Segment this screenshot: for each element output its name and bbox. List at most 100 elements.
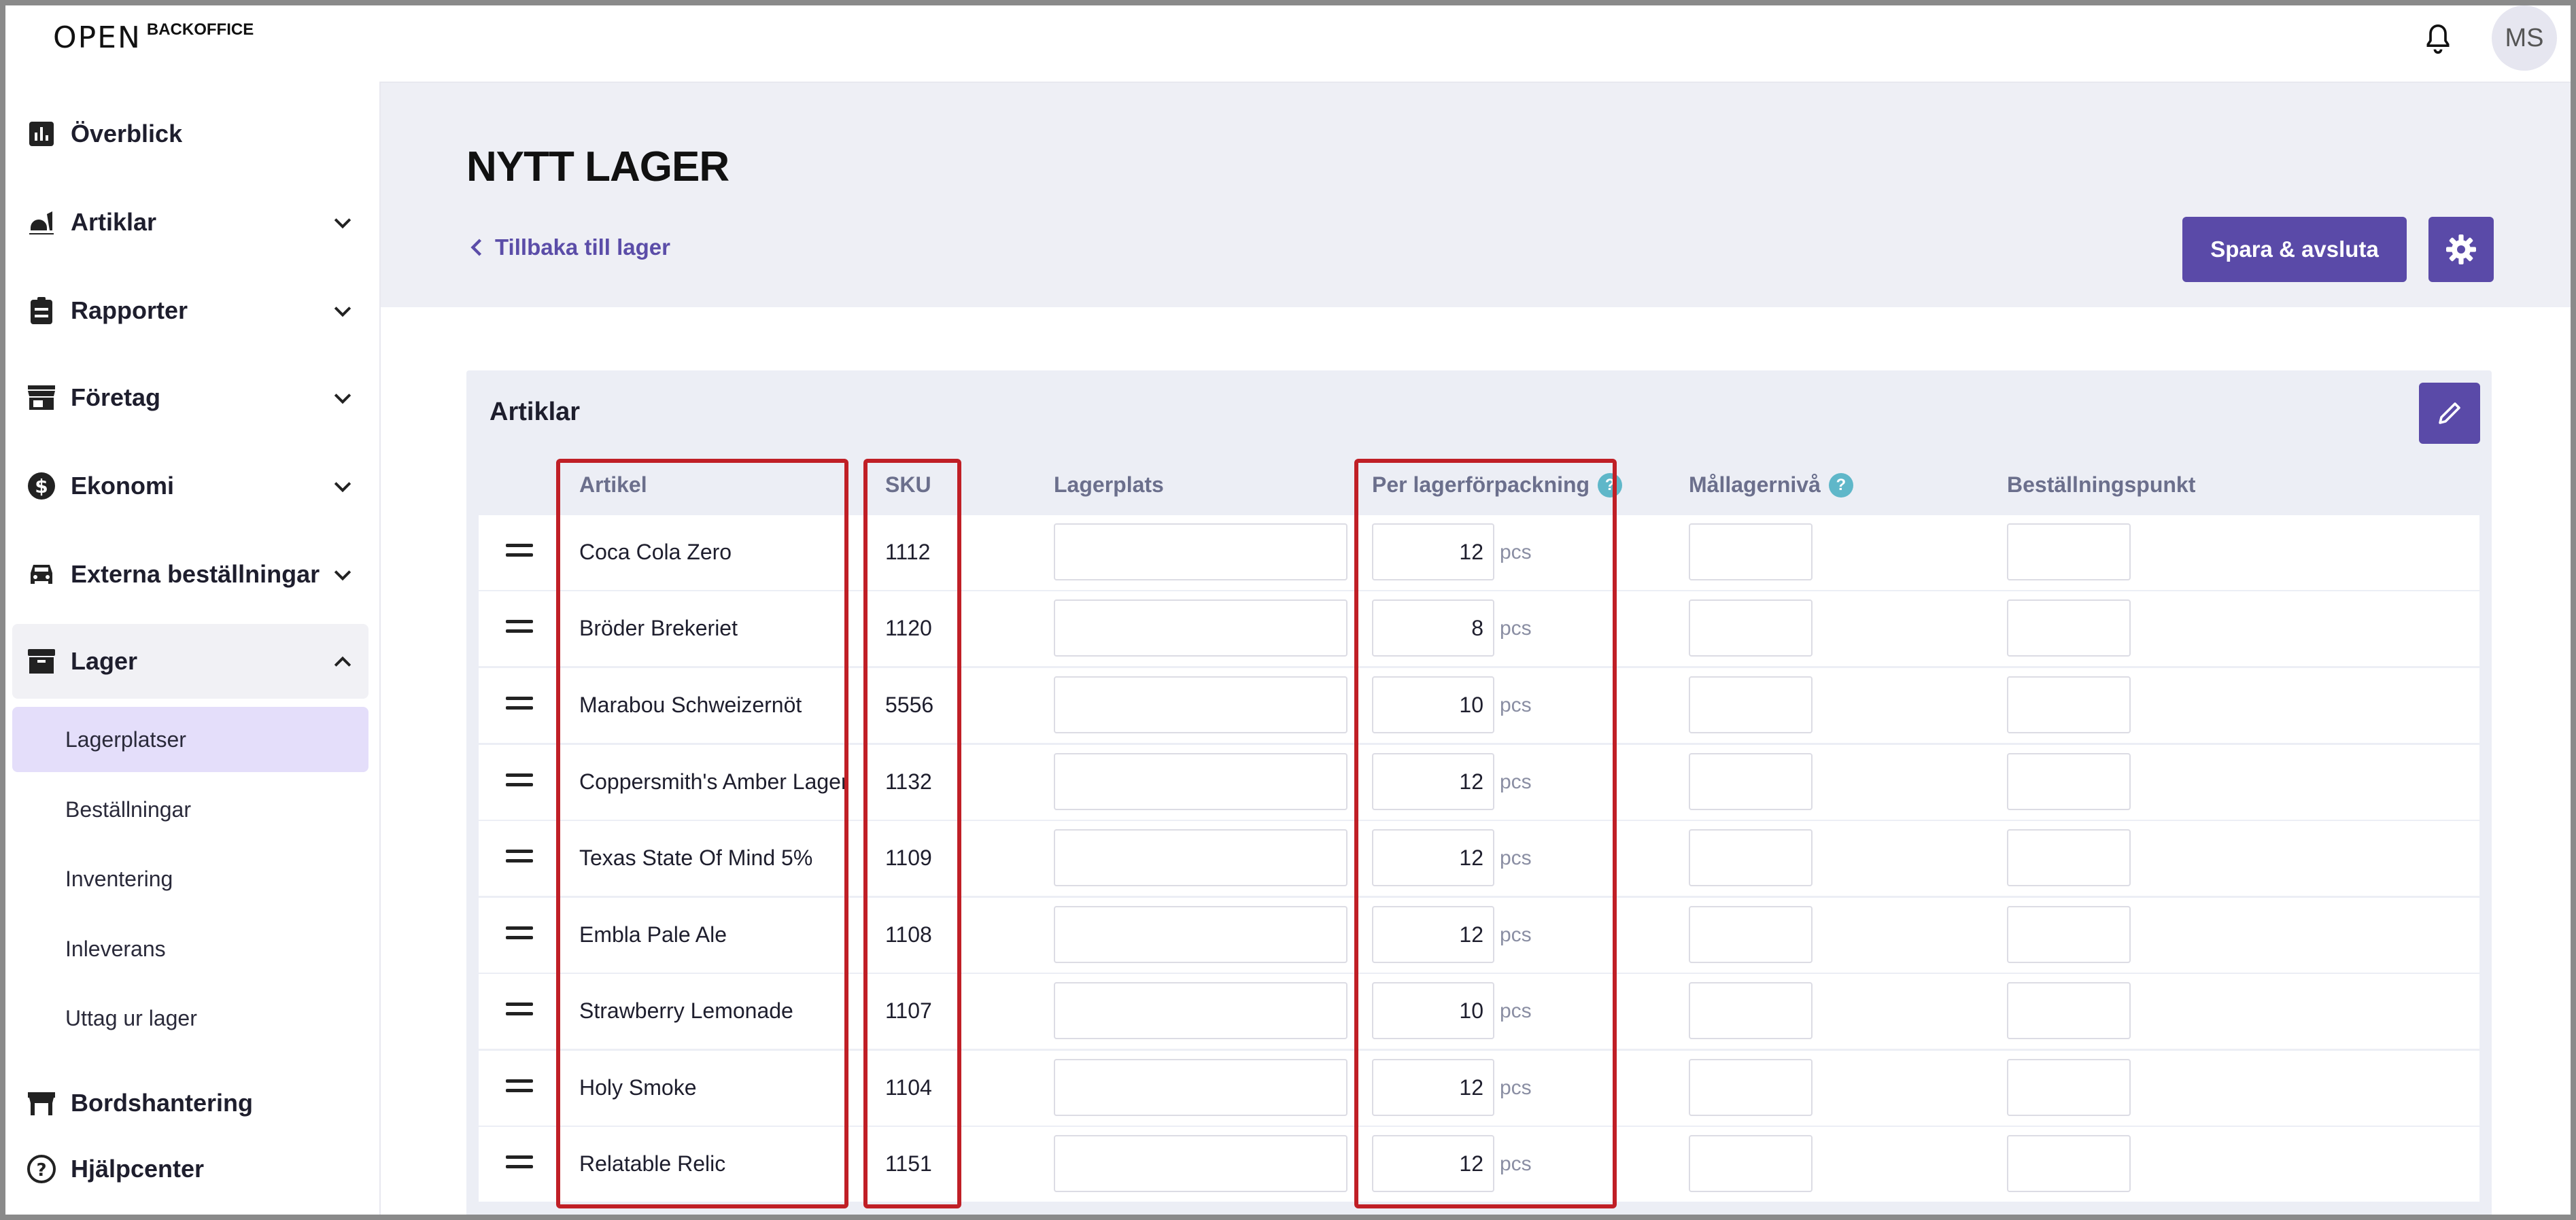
drag-handle-icon[interactable] bbox=[506, 850, 533, 867]
target-level-field[interactable] bbox=[1689, 599, 1813, 657]
sidebar-item-label: Externa beställningar bbox=[71, 560, 320, 588]
sidebar-item-label: Lager bbox=[71, 647, 138, 675]
location-field[interactable] bbox=[1054, 753, 1347, 810]
sidebar-item-label: Ekonomi bbox=[71, 472, 175, 500]
sidebar-item-rapporter[interactable]: Rapporter bbox=[12, 273, 368, 348]
per-pack-field[interactable]: 8 bbox=[1372, 599, 1494, 657]
bell-icon[interactable] bbox=[2419, 20, 2457, 58]
card-title: Artiklar bbox=[490, 398, 581, 426]
chevron-down-icon bbox=[334, 307, 351, 317]
location-field[interactable] bbox=[1054, 829, 1347, 886]
sidebar-item-label: Artiklar bbox=[71, 208, 157, 236]
column-header-per-lagerforpackning: Per lagerförpackning? bbox=[1372, 472, 1623, 498]
help-icon[interactable]: ? bbox=[1598, 472, 1623, 498]
order-point-field[interactable] bbox=[2007, 1135, 2131, 1192]
target-level-field[interactable] bbox=[1689, 982, 1813, 1039]
target-level-field[interactable] bbox=[1689, 676, 1813, 733]
drag-handle-icon[interactable] bbox=[506, 1155, 533, 1173]
column-label: SKU bbox=[885, 472, 931, 497]
unit-label: pcs bbox=[1500, 1077, 1532, 1099]
target-level-field[interactable] bbox=[1689, 753, 1813, 810]
sidebar-item-ekonomi[interactable]: $ Ekonomi bbox=[12, 449, 368, 523]
column-header-artikel: Artikel bbox=[579, 472, 647, 498]
avatar[interactable]: MS bbox=[2492, 5, 2557, 71]
sidebar-subitem-uttag-ur-lager[interactable]: Uttag ur lager bbox=[12, 986, 368, 1051]
order-point-field[interactable] bbox=[2007, 676, 2131, 733]
sidebar-item-overblick[interactable]: Överblick bbox=[12, 97, 368, 171]
drag-handle-icon[interactable] bbox=[506, 1079, 533, 1097]
order-point-field[interactable] bbox=[2007, 829, 2131, 886]
sidebar-item-externa-bestallningar[interactable]: Externa beställningar bbox=[12, 537, 368, 612]
target-level-field[interactable] bbox=[1689, 523, 1813, 580]
page-title: NYTT LAGER bbox=[466, 143, 729, 190]
sidebar-item-hjalpcenter[interactable]: ? Hjälpcenter bbox=[12, 1132, 368, 1206]
article-name: Coppersmith's Amber Lager bbox=[579, 769, 848, 794]
column-label: Lagerplats bbox=[1054, 472, 1164, 497]
drag-handle-icon[interactable] bbox=[506, 1003, 533, 1020]
per-pack-field[interactable]: 10 bbox=[1372, 676, 1494, 733]
per-pack-field[interactable]: 10 bbox=[1372, 982, 1494, 1039]
location-field[interactable] bbox=[1054, 1059, 1347, 1116]
per-pack-field[interactable]: 12 bbox=[1372, 906, 1494, 963]
settings-button[interactable] bbox=[2428, 217, 2494, 282]
order-point-field[interactable] bbox=[2007, 753, 2131, 810]
order-point-field[interactable] bbox=[2007, 599, 2131, 657]
order-point-field[interactable] bbox=[2007, 1059, 2131, 1116]
target-level-field[interactable] bbox=[1689, 1135, 1813, 1192]
location-field[interactable] bbox=[1054, 982, 1347, 1039]
drag-handle-icon[interactable] bbox=[506, 697, 533, 714]
save-and-close-button[interactable]: Spara & avsluta bbox=[2182, 217, 2407, 282]
table-row: Bröder Brekeriet 1120 8 pcs bbox=[479, 591, 2479, 666]
per-pack-field[interactable]: 12 bbox=[1372, 1135, 1494, 1192]
article-name: Strawberry Lemonade bbox=[579, 998, 793, 1023]
per-pack-field[interactable]: 12 bbox=[1372, 829, 1494, 886]
unit-label: pcs bbox=[1500, 1153, 1532, 1175]
logo[interactable]: OPEN BACKOFFICE bbox=[53, 18, 254, 53]
target-level-field[interactable] bbox=[1689, 1059, 1813, 1116]
sidebar-item-bordshantering[interactable]: Bordshantering bbox=[12, 1066, 368, 1140]
per-pack-field[interactable]: 12 bbox=[1372, 753, 1494, 810]
unit-label: pcs bbox=[1500, 924, 1532, 946]
sidebar-subitem-inleverans[interactable]: Inleverans bbox=[12, 916, 368, 981]
sidebar-item-label: Överblick bbox=[71, 120, 183, 147]
sidebar-item-lager[interactable]: Lager bbox=[12, 624, 368, 699]
table-row: Coppersmith's Amber Lager 1132 12 pcs bbox=[479, 745, 2479, 820]
sidebar-subitem-inventering[interactable]: Inventering bbox=[12, 846, 368, 911]
table-row: Marabou Schweizernöt 5556 10 pcs bbox=[479, 668, 2479, 743]
article-name: Holy Smoke bbox=[579, 1075, 697, 1100]
chevron-down-icon bbox=[334, 482, 351, 493]
article-name: Bröder Brekeriet bbox=[579, 616, 738, 640]
unit-label: pcs bbox=[1500, 541, 1532, 563]
sidebar-item-foretag[interactable]: Företag bbox=[12, 360, 368, 435]
table-row: Strawberry Lemonade 1107 10 pcs bbox=[479, 974, 2479, 1049]
per-pack-field[interactable]: 12 bbox=[1372, 523, 1494, 580]
per-pack-field[interactable]: 12 bbox=[1372, 1059, 1494, 1116]
location-field[interactable] bbox=[1054, 906, 1347, 963]
order-point-field[interactable] bbox=[2007, 523, 2131, 580]
sidebar-item-artiklar[interactable]: Artiklar bbox=[12, 185, 368, 260]
location-field[interactable] bbox=[1054, 523, 1347, 580]
location-field[interactable] bbox=[1054, 599, 1347, 657]
article-sku: 1132 bbox=[885, 769, 932, 794]
order-point-field[interactable] bbox=[2007, 982, 2131, 1039]
drag-handle-icon[interactable] bbox=[506, 620, 533, 638]
edit-button[interactable] bbox=[2419, 383, 2480, 444]
location-field[interactable] bbox=[1054, 676, 1347, 733]
target-level-field[interactable] bbox=[1689, 906, 1813, 963]
sidebar-item-label: Företag bbox=[71, 383, 161, 411]
location-field[interactable] bbox=[1054, 1135, 1347, 1192]
archive-icon bbox=[26, 646, 57, 677]
order-point-field[interactable] bbox=[2007, 906, 2131, 963]
chevron-down-icon bbox=[334, 570, 351, 581]
target-level-field[interactable] bbox=[1689, 829, 1813, 886]
column-header-sku: SKU bbox=[885, 472, 931, 498]
drag-handle-icon[interactable] bbox=[506, 773, 533, 791]
drag-handle-icon[interactable] bbox=[506, 544, 533, 561]
article-sku: 5556 bbox=[885, 693, 934, 717]
help-circle-icon: ? bbox=[26, 1153, 57, 1185]
sidebar-subitem-lagerplatser[interactable]: Lagerplatser bbox=[12, 707, 368, 772]
help-icon[interactable]: ? bbox=[1828, 472, 1853, 498]
sidebar-subitem-bestallningar[interactable]: Beställningar bbox=[12, 777, 368, 842]
back-link[interactable]: Tillbaka till lager bbox=[469, 234, 670, 260]
drag-handle-icon[interactable] bbox=[506, 926, 533, 944]
